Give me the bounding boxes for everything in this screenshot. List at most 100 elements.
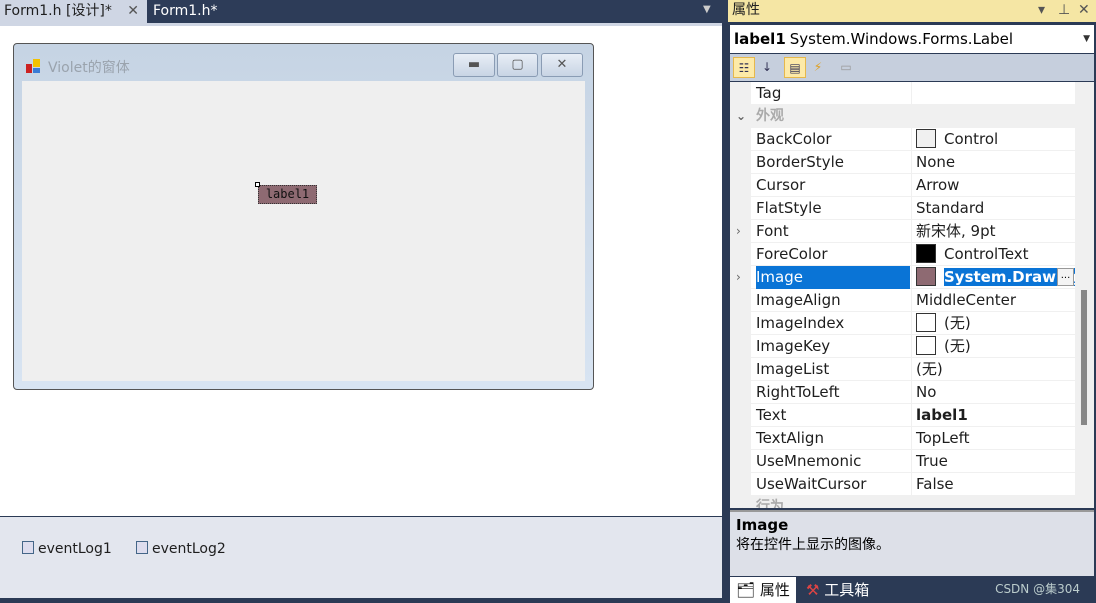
component-label: eventLog1 [38,541,112,557]
property-value-text: ControlText [944,245,1029,263]
property-name: Font [756,222,789,240]
property-value-text: True [916,452,948,470]
object-selector[interactable]: label1 System.Windows.Forms.Label ▼ [730,25,1094,53]
property-name: Cursor [756,176,806,194]
tab-form1-code[interactable]: Form1.h* [149,0,218,23]
description-text: 将在控件上显示的图像。 [736,537,890,553]
property-name: FlatStyle [756,199,822,217]
properties-panel-header: 属性 ▾ ⊥ ✕ [728,0,1096,22]
property-row[interactable]: BackColor Control [751,128,1075,151]
property-value[interactable]: MiddleCenter [911,289,1075,311]
property-value[interactable]: (无) [911,312,1075,334]
property-row[interactable]: FlatStyle Standard [751,197,1075,220]
property-row[interactable]: RightToLeft No [751,381,1075,404]
property-row[interactable]: Font 新宋体, 9pt [751,220,1075,243]
property-value[interactable]: Standard [911,197,1075,219]
expand-icon[interactable]: › [736,266,741,289]
tab-dropdown-icon[interactable]: ▼ [703,4,711,15]
property-name: TextAlign [756,429,824,447]
property-row[interactable]: ImageAlign MiddleCenter [751,289,1075,312]
property-row[interactable]: ImageIndex (无) [751,312,1075,335]
ellipsis-button[interactable]: ... [1057,268,1074,286]
chevron-down-icon: ▼ [1083,34,1090,44]
property-value[interactable]: Control [911,128,1075,150]
property-name: Image [756,266,910,289]
property-value[interactable] [911,82,1075,104]
document-tab-bar: Form1.h [设计]* ✕ Form1.h* ▼ [0,0,728,23]
category-label: 行为 [756,499,784,508]
chevron-down-icon[interactable]: ⌄ [736,496,746,508]
close-icon[interactable]: ✕ [1078,0,1090,20]
property-value-text: (无) [944,314,971,332]
value-swatch [916,244,936,263]
close-icon: ✕ [556,57,568,72]
property-value[interactable]: True [911,450,1075,472]
component-eventlog2[interactable]: eventLog2 [136,541,226,557]
close-tab-icon[interactable]: ✕ [127,0,139,23]
pin-icon[interactable]: ⊥ [1058,0,1070,20]
property-value-text: 新宋体, 9pt [916,222,996,240]
property-row[interactable]: TextAlign TopLeft [751,427,1075,450]
property-name: Tag [756,84,782,102]
properties-icon: 🗂 [736,581,756,599]
scrollbar-thumb[interactable] [1081,290,1087,425]
alphabetical-icon[interactable]: ↓ [756,57,778,78]
properties-icon[interactable]: ▤ [784,57,806,78]
property-value[interactable]: No [911,381,1075,403]
tab-toolbox[interactable]: ⚒ 工具箱 [800,577,869,603]
category-row[interactable]: ⌄ 行为 [730,496,1075,508]
form-client-area[interactable] [22,81,585,381]
value-swatch [916,336,936,355]
property-name: Text [756,406,787,424]
label1-control[interactable]: label1 [258,185,317,204]
property-value-text: (无) [944,337,971,355]
property-value[interactable]: label1 [911,404,1075,426]
property-value-text: MiddleCenter [916,291,1017,309]
property-value[interactable]: ControlText [911,243,1075,265]
eventlog-icon [22,541,34,554]
property-value-text: Control [944,130,999,148]
minimize-button[interactable]: ▬ [453,53,495,77]
chevron-down-icon[interactable]: ⌄ [736,105,746,128]
toolbox-icon: ⚒ [806,581,820,599]
close-button[interactable]: ✕ [541,53,583,77]
minimize-icon: ▬ [467,57,481,72]
property-value[interactable]: None [911,151,1075,173]
dropdown-icon[interactable]: ▾ [1038,0,1045,20]
property-row[interactable]: Cursor Arrow [751,174,1075,197]
component-tray [0,517,722,598]
events-icon[interactable]: ⚡ [807,57,829,78]
tab-label: Form1.h [设计]* [4,3,112,19]
property-value[interactable]: False [911,473,1075,495]
property-value[interactable]: System.Drawing.Bitmap [911,266,1075,288]
tab-form1-design[interactable]: Form1.h [设计]* ✕ [0,0,147,23]
property-value-text: No [916,383,937,401]
object-name: label1 [734,30,786,48]
resize-handle[interactable] [255,182,260,187]
categorized-icon[interactable]: ☷ [733,57,755,78]
maximize-button[interactable]: ▢ [497,53,538,77]
property-row[interactable]: ForeColor ControlText [751,243,1075,266]
expand-icon[interactable]: › [736,220,741,243]
property-row[interactable]: ImageKey (无) [751,335,1075,358]
property-row[interactable]: UseMnemonic True [751,450,1075,473]
property-name: ForeColor [756,245,828,263]
property-value[interactable]: TopLeft [911,427,1075,449]
property-row[interactable]: ImageList (无) [751,358,1075,381]
property-row[interactable]: Image System.Drawing.Bitmap [751,266,1075,289]
property-value[interactable]: (无) [911,335,1075,357]
property-pages-icon[interactable]: ▭ [835,57,857,78]
property-value[interactable]: (无) [911,358,1075,380]
property-value[interactable]: 新宋体, 9pt [911,220,1075,242]
tab-properties[interactable]: 🗂 属性 [730,577,796,603]
property-row[interactable]: Text label1 [751,404,1075,427]
property-row[interactable]: UseWaitCursor False [751,473,1075,496]
properties-toolbar: ☷ ↓ ▤ ⚡ ▭ [730,54,1094,81]
property-name: UseWaitCursor [756,475,867,493]
property-value[interactable]: Arrow [911,174,1075,196]
category-row[interactable]: ⌄ 外观 [730,105,1075,128]
property-row[interactable]: BorderStyle None [751,151,1075,174]
property-row[interactable]: Tag [751,82,1075,105]
component-eventlog1[interactable]: eventLog1 [22,541,112,557]
property-name: ImageList [756,360,830,378]
